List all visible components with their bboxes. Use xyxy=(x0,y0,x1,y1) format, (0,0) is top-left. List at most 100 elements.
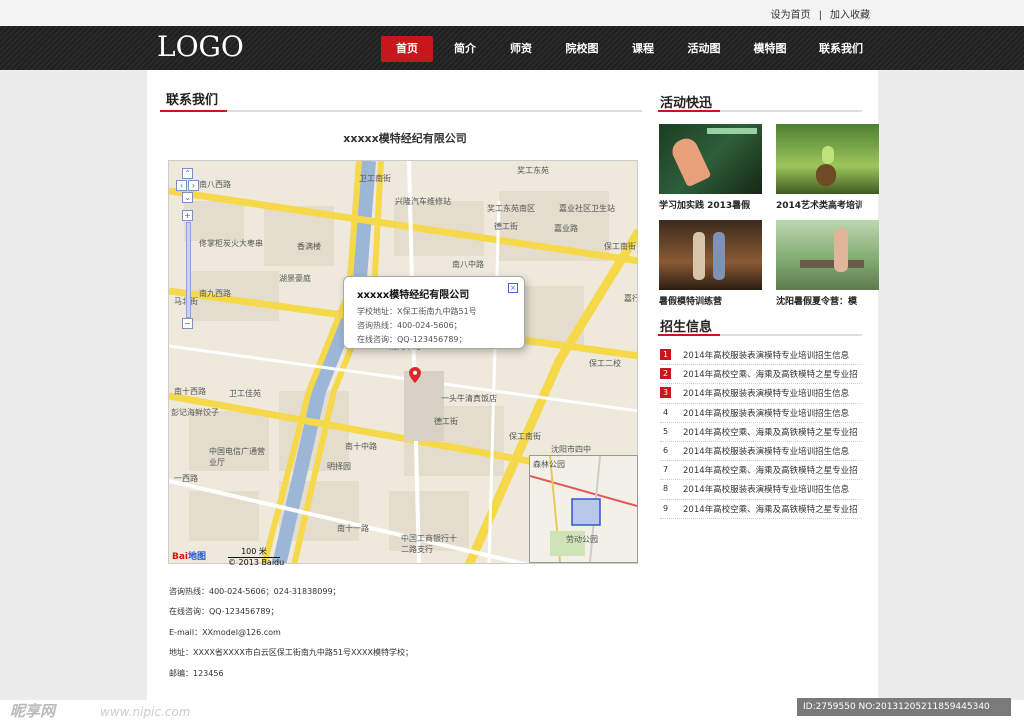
list-item-rank: 9 xyxy=(662,503,669,513)
nav-item-teachers[interactable]: 师资 xyxy=(499,36,543,62)
site-logo[interactable]: LOGO xyxy=(157,30,244,63)
map-label: 南八西路 xyxy=(199,180,231,189)
minimap-label: 森林公园 xyxy=(533,460,565,469)
map-pin-icon[interactable] xyxy=(409,367,421,383)
baidu-logo: Bai地图 xyxy=(172,549,206,562)
map-label: 保工南街 xyxy=(509,432,541,441)
list-item-rank: 1 xyxy=(660,349,671,360)
popup-hotline: 咨询热线：400-024-5606； xyxy=(357,321,462,330)
pan-down-button[interactable]: ⌄ xyxy=(182,192,193,203)
pan-right-button[interactable]: › xyxy=(188,180,199,191)
map-label: 南八中路 xyxy=(452,260,484,269)
recruit-title-underline xyxy=(658,334,862,336)
nav-item-models[interactable]: 模特图 xyxy=(743,36,797,62)
zoom-out-button[interactable]: − xyxy=(182,318,193,329)
map-scale-label: 100 米 xyxy=(228,546,280,558)
map-label: 嘉行 xyxy=(624,294,637,303)
map-label: 南十一路 xyxy=(337,524,369,533)
list-item[interactable]: 5 2014年高校空乘、海乘及高铁模特之星专业招 xyxy=(660,423,862,442)
top-links-separator: | xyxy=(818,10,822,21)
map-label: 彭记海鲜饺子 xyxy=(171,408,219,417)
list-item-title[interactable]: 2014年高校空乘、海乘及高铁模特之星专业招 xyxy=(683,368,861,380)
nav-item-courses[interactable]: 课程 xyxy=(621,36,665,62)
news-thumb-1[interactable] xyxy=(659,124,762,194)
nav-item-intro[interactable]: 简介 xyxy=(443,36,487,62)
list-item[interactable]: 3 2014年高校服装表演模特专业培训招生信息 xyxy=(660,384,862,404)
map-label: 沈阳市四中 xyxy=(551,445,591,454)
map-label: 嘉业路 xyxy=(554,224,578,233)
map-label: 南十中路 xyxy=(345,442,377,451)
baidu-logo-text: Bai xyxy=(172,552,189,562)
news-caption-1[interactable]: 学习加实践 2013暑假 xyxy=(659,198,763,211)
list-item-title[interactable]: 2014年高校服装表演模特专业培训招生信息 xyxy=(683,483,861,495)
contact-online: 在线咨询：QQ-123456789； xyxy=(169,607,279,616)
list-item-rank: 5 xyxy=(662,426,669,436)
map-label: 奖工东苑南区 xyxy=(487,204,535,213)
popup-address: 学校地址：X保工街南九中路51号 xyxy=(357,307,477,316)
nav-item-contact[interactable]: 联系我们 xyxy=(809,36,873,62)
map-label: 保工南街 xyxy=(604,242,636,251)
map-scale: 100 米 © 2013 Baidu xyxy=(228,546,284,567)
recruit-list: 1 2014年高校服装表演模特专业培训招生信息 2 2014年高校空乘、海乘及高铁模… xyxy=(660,346,862,519)
section-title: 联系我们 xyxy=(166,93,219,108)
map-label: 卫工佳苑 xyxy=(229,389,261,398)
list-item[interactable]: 6 2014年高校服装表演模特专业培训招生信息 xyxy=(660,442,862,462)
contact-address: 地址：XXXX省XXXX市白云区保工街南九中路51号XXXX模特学校； xyxy=(169,648,413,657)
list-item[interactable]: 1 2014年高校服装表演模特专业培训招生信息 xyxy=(660,346,862,366)
news-thumb-2[interactable] xyxy=(776,124,879,194)
watermark-logo: 昵享网 xyxy=(10,702,56,720)
map-info-popup: xxxxx模特经纪有限公司 × 学校地址：X保工街南九中路51号 咨询热线：40… xyxy=(343,276,525,349)
add-favorite-link[interactable]: 加入收藏 xyxy=(830,10,870,21)
news-caption-3[interactable]: 暑假模特训练营 xyxy=(659,294,763,307)
close-icon[interactable]: × xyxy=(508,283,518,293)
list-item[interactable]: 9 2014年高校空乘、海乘及高铁模特之星专业招 xyxy=(660,500,862,519)
map-label: 德工街 xyxy=(494,222,518,231)
map-label: 嘉业社区卫生站 xyxy=(559,204,615,213)
list-item-rank: 3 xyxy=(660,387,671,399)
nav-item-campus[interactable]: 院校图 xyxy=(555,36,609,62)
contact-hotline: 咨询热线：400-024-5606；024-31838099； xyxy=(169,587,341,596)
set-home-link[interactable]: 设为首页 xyxy=(771,10,811,21)
news-thumb-4[interactable] xyxy=(776,220,879,290)
map-label: 香满楼 xyxy=(297,242,321,251)
watermark-url: www.nipic.com xyxy=(100,705,191,719)
pan-left-button[interactable]: ‹ xyxy=(176,180,187,191)
list-item-rank: 8 xyxy=(662,484,669,494)
list-item-title[interactable]: 2014年高校空乘、海乘及高铁模特之星专业招 xyxy=(683,464,861,476)
map-label: 奖工东苑 xyxy=(517,166,549,175)
list-item-title[interactable]: 2014年高校空乘、海乘及高铁模特之星专业招 xyxy=(683,426,861,438)
list-item[interactable]: 4 2014年高校服装表演模特专业培训招生信息 xyxy=(660,404,862,423)
map-label: 明择园 xyxy=(327,462,351,471)
list-item-title[interactable]: 2014年高校空乘、海乘及高铁模特之星专业招 xyxy=(683,503,861,515)
map-label: 保工二校 xyxy=(589,359,621,368)
map-label: 一头牛清真饭店 xyxy=(441,394,497,403)
list-item[interactable]: 8 2014年高校服装表演模特专业培训招生信息 xyxy=(660,480,862,500)
overview-minimap[interactable]: 森林公园 劳动公园 xyxy=(529,455,638,563)
map-label: 佟掌柜炭火大枣串 xyxy=(199,239,263,248)
popup-online: 在线咨询：QQ-123456789； xyxy=(357,335,467,344)
list-item[interactable]: 7 2014年高校空乘、海乘及高铁模特之星专业招 xyxy=(660,461,862,481)
baidu-logo-map: 地图 xyxy=(188,552,207,562)
zoom-slider[interactable] xyxy=(186,222,191,318)
pan-up-button[interactable]: ⌃ xyxy=(182,168,193,179)
company-title: xxxxx模特经纪有限公司 xyxy=(343,132,467,145)
nav-item-activities[interactable]: 活动图 xyxy=(677,36,731,62)
list-item-rank: 7 xyxy=(662,465,669,475)
nav-item-home[interactable]: 首页 xyxy=(381,36,433,62)
list-item-title[interactable]: 2014年高校服装表演模特专业培训招生信息 xyxy=(683,407,861,419)
news-caption-4[interactable]: 沈阳暑假夏令营：模 xyxy=(776,294,862,307)
top-bar: 设为首页 | 加入收藏 xyxy=(0,0,1024,26)
news-title: 活动快迅 xyxy=(660,96,713,111)
watermark-id: ID:2759550 NO:20131205211859445340 xyxy=(797,698,1011,716)
zoom-in-button[interactable]: + xyxy=(182,210,193,221)
popup-title: xxxxx模特经纪有限公司 xyxy=(357,290,470,301)
main-nav: 首页 简介 师资 院校图 课程 活动图 模特图 联系我们 xyxy=(381,36,873,62)
map-label: 中国工商银行十二路支行 xyxy=(401,534,457,554)
news-caption-2[interactable]: 2014艺术类高考培训 xyxy=(776,198,862,211)
list-item-title[interactable]: 2014年高校服装表演模特专业培训招生信息 xyxy=(683,387,861,399)
list-item-title[interactable]: 2014年高校服装表演模特专业培训招生信息 xyxy=(683,445,861,457)
list-item[interactable]: 2 2014年高校空乘、海乘及高铁模特之星专业招 xyxy=(660,365,862,385)
map-label: 南九西路 xyxy=(199,289,231,298)
news-thumb-3[interactable] xyxy=(659,220,762,290)
list-item-title[interactable]: 2014年高校服装表演模特专业培训招生信息 xyxy=(683,349,861,361)
